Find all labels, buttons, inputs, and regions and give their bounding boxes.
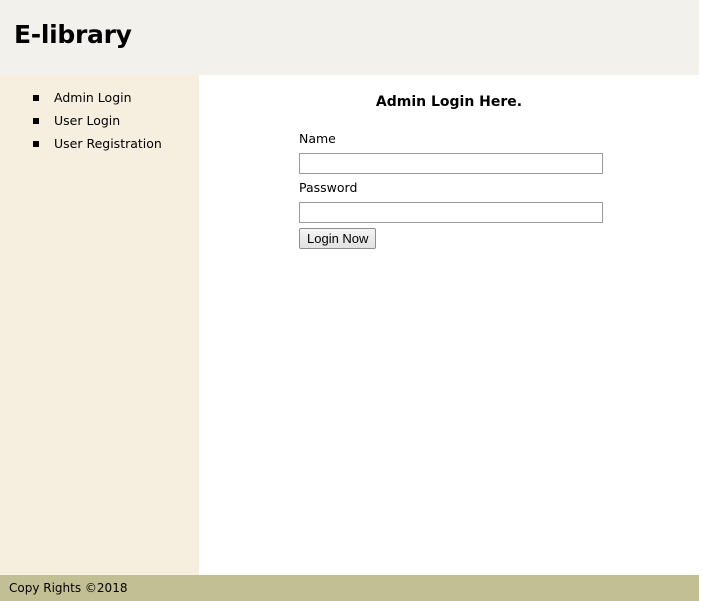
form-title: Admin Login Here. bbox=[375, 94, 523, 110]
sidebar-item-user-registration[interactable]: User Registration bbox=[33, 134, 162, 157]
sidebar-item-label: User Registration bbox=[54, 136, 162, 151]
sidebar: Admin Login User Login User Registration bbox=[0, 75, 199, 575]
site-footer: Copy Rights ©2018 bbox=[0, 575, 699, 601]
sidebar-nav: Admin Login User Login User Registration bbox=[33, 88, 162, 157]
password-input[interactable] bbox=[299, 202, 603, 223]
name-input[interactable] bbox=[299, 153, 603, 174]
name-label: Name bbox=[299, 131, 336, 146]
login-button[interactable]: Login Now bbox=[299, 228, 377, 249]
square-bullet-icon bbox=[33, 95, 39, 101]
site-header: E-library bbox=[0, 0, 699, 75]
site-title: E-library bbox=[14, 20, 132, 49]
square-bullet-icon bbox=[33, 118, 39, 124]
sidebar-item-label: Admin Login bbox=[54, 90, 132, 105]
page: E-library Admin Login User Login User Re… bbox=[0, 0, 703, 601]
main-content: Admin Login Here. Name Password Login No… bbox=[199, 75, 699, 575]
password-label: Password bbox=[299, 180, 358, 195]
square-bullet-icon bbox=[33, 141, 39, 147]
copyright-text: Copy Rights ©2018 bbox=[9, 581, 128, 595]
sidebar-item-admin-login[interactable]: Admin Login bbox=[33, 88, 162, 111]
sidebar-item-user-login[interactable]: User Login bbox=[33, 111, 162, 134]
sidebar-item-label: User Login bbox=[54, 113, 121, 128]
